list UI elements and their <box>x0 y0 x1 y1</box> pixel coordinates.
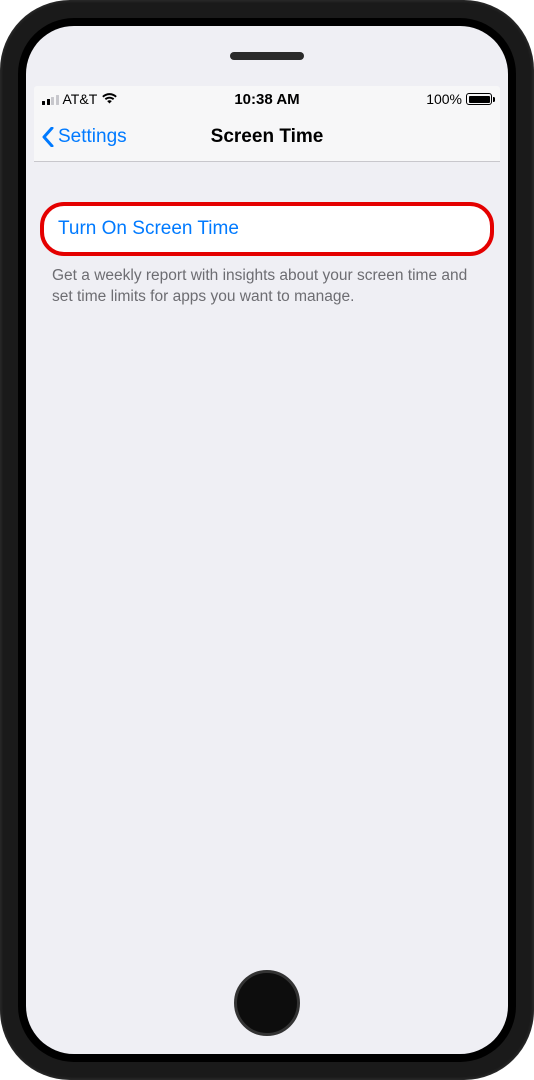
phone-speaker <box>230 52 304 60</box>
back-button[interactable]: Settings <box>42 126 127 148</box>
chevron-left-icon <box>42 127 54 147</box>
home-button[interactable] <box>234 970 300 1036</box>
description-text: Get a weekly report with insights about … <box>34 256 500 318</box>
carrier-label: AT&T <box>63 91 98 107</box>
wifi-icon <box>101 91 118 107</box>
battery-icon <box>466 93 492 105</box>
phone-frame: AT&T 10:38 AM 100% <box>0 0 534 1080</box>
signal-strength-icon <box>42 93 59 105</box>
back-button-label: Settings <box>58 126 127 148</box>
status-bar: AT&T 10:38 AM 100% <box>34 86 500 112</box>
content-area: Turn On Screen Time Get a weekly report … <box>34 162 500 954</box>
turn-on-screen-time-button[interactable]: Turn On Screen Time <box>40 202 494 256</box>
battery-percent-label: 100% <box>426 91 462 107</box>
turn-on-screen-time-label: Turn On Screen Time <box>58 218 239 239</box>
page-title: Screen Time <box>211 126 324 148</box>
status-time: 10:38 AM <box>234 91 299 108</box>
navigation-bar: Settings Screen Time <box>34 112 500 162</box>
